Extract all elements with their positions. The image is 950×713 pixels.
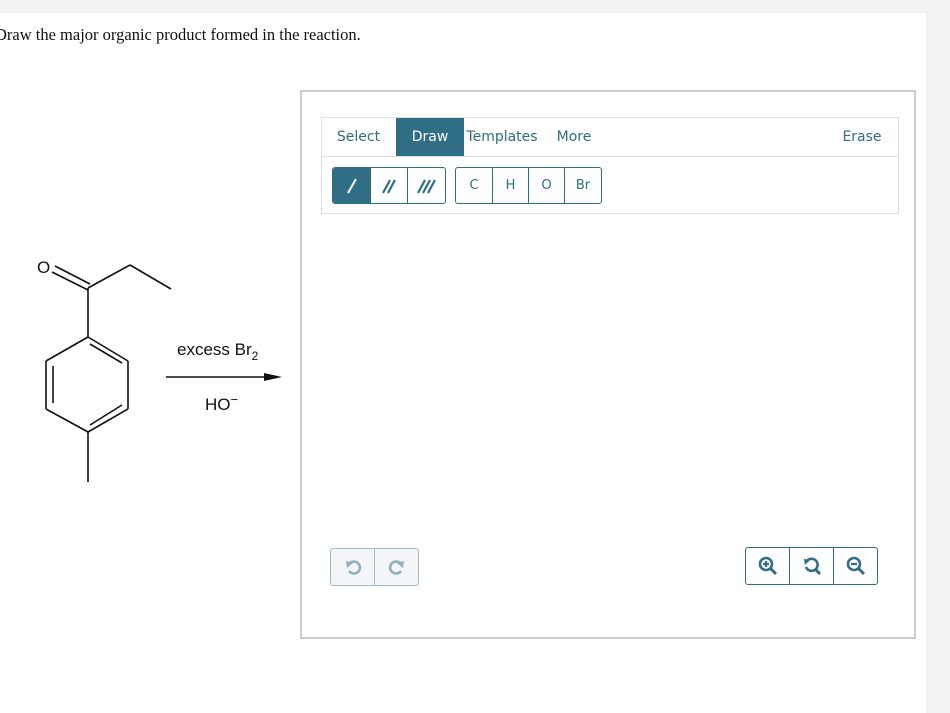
redo-button[interactable]: [375, 549, 418, 585]
ring-bond-1: [87, 336, 129, 362]
ring-bond-4: [45, 408, 89, 433]
question-page: Draw the major organic product formed in…: [0, 13, 926, 713]
drawing-editor[interactable]: Select Draw Templates More Erase C H O B…: [300, 90, 916, 639]
svg-text:excess Br2: excess Br2: [177, 340, 259, 363]
single-bond-button[interactable]: [333, 168, 371, 203]
triple-bond-button[interactable]: [408, 168, 445, 203]
atom-br-button[interactable]: Br: [565, 168, 601, 203]
carbonyl-bond-2: [54, 265, 91, 285]
history-controls: [330, 548, 419, 586]
ring-bond-3: [87, 408, 129, 433]
reaction-arrow-head: [264, 373, 282, 381]
reagent-top: excess Br: [177, 340, 252, 359]
reaction-scheme: O excess Br2 HO−: [37, 258, 282, 482]
zoom-reset-button[interactable]: [790, 548, 834, 584]
redo-icon: [388, 560, 404, 575]
editor-toolbar: Select Draw Templates More Erase C H O B…: [321, 117, 899, 214]
atom-h-button[interactable]: H: [493, 168, 529, 203]
tab-more[interactable]: More: [550, 118, 598, 156]
reagent-bottom-charge: −: [231, 392, 239, 407]
zoom-out-icon: [846, 556, 865, 576]
zoom-controls: [745, 547, 878, 585]
tab-draw[interactable]: Draw: [396, 118, 464, 156]
atom-o-button[interactable]: O: [529, 168, 565, 203]
zoom-reset-icon: [803, 557, 821, 576]
zoom-in-icon: [758, 556, 777, 576]
reagent-bottom: HO: [205, 395, 231, 414]
zoom-out-button[interactable]: [834, 548, 877, 584]
zoom-in-button[interactable]: [746, 548, 790, 584]
editor-tabs: Select Draw Templates More Erase: [322, 118, 898, 157]
ethyl-bond-2: [129, 264, 172, 290]
triple-bond-icon: [416, 178, 436, 194]
ring-double-1: [89, 343, 123, 364]
atom-tool-group: C H O Br: [455, 167, 602, 204]
ring-bond-6: [45, 336, 89, 362]
tab-templates[interactable]: Templates: [466, 118, 538, 156]
undo-button[interactable]: [331, 549, 375, 585]
undo-icon: [345, 560, 361, 575]
single-bond-icon: [346, 178, 357, 193]
svg-text:HO−: HO−: [205, 392, 238, 414]
double-bond-button[interactable]: [371, 168, 408, 203]
ethyl-bond-1: [87, 264, 131, 289]
oxygen-label: O: [37, 258, 50, 277]
reagent-top-subscript: 2: [252, 349, 259, 363]
double-bond-icon: [382, 178, 396, 194]
bond-tool-group: [332, 167, 446, 204]
erase-button[interactable]: Erase: [836, 118, 888, 156]
atom-c-button[interactable]: C: [456, 168, 493, 203]
tab-select[interactable]: Select: [322, 118, 395, 156]
